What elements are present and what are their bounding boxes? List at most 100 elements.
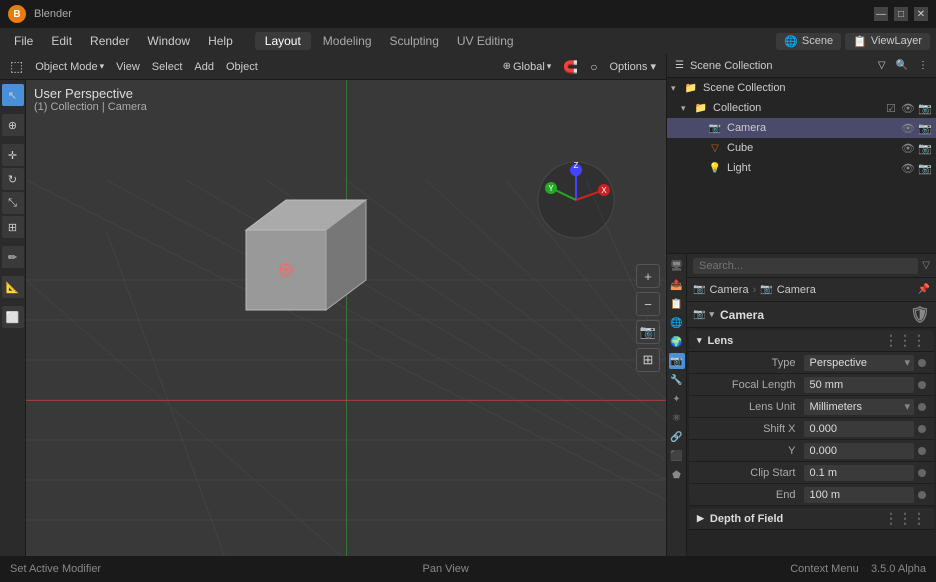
- workspace-layout[interactable]: Layout: [255, 32, 311, 50]
- mode-selector[interactable]: Object Mode ▾: [31, 59, 108, 75]
- outliner-options-icon[interactable]: ⋮: [918, 60, 928, 71]
- menu-help[interactable]: Help: [200, 32, 241, 50]
- outliner-search-icon[interactable]: 🔍: [896, 60, 908, 71]
- proportional-edit[interactable]: ○: [586, 58, 601, 76]
- clip-end-value[interactable]: 100 m: [804, 487, 915, 503]
- workspace-sculpting[interactable]: Sculpting: [384, 32, 445, 50]
- props-header-shield[interactable]: 🛡: [910, 305, 930, 325]
- window-controls[interactable]: — □ ✕: [874, 7, 928, 21]
- scene-selector[interactable]: 🌐 Scene: [776, 33, 841, 50]
- light-eye-icon[interactable]: 👁: [901, 162, 915, 175]
- props-tab-object-data[interactable]: 📷: [669, 353, 685, 369]
- collection-camera[interactable]: 📷: [918, 102, 932, 115]
- view-menu[interactable]: View: [112, 59, 144, 75]
- tree-item-collection[interactable]: ▾ 📁 Collection ☑ 👁 📷: [667, 98, 936, 118]
- maximize-button[interactable]: □: [894, 7, 908, 21]
- props-tab-render[interactable]: 🖥: [669, 258, 685, 274]
- breadcrumb-camera-label[interactable]: Camera: [709, 284, 748, 296]
- clip-start-value[interactable]: 0.1 m: [804, 465, 915, 481]
- props-header-expand[interactable]: ▾: [709, 309, 714, 320]
- breadcrumb-camera-data-label[interactable]: Camera: [777, 284, 816, 296]
- move-tool[interactable]: ✛: [2, 144, 24, 166]
- focal-length-value[interactable]: 50 mm: [804, 377, 915, 393]
- app-logo: B: [8, 5, 26, 23]
- props-tab-particles[interactable]: ✦: [669, 391, 685, 407]
- collection-eye[interactable]: 👁: [901, 102, 915, 115]
- breadcrumb-pin-icon[interactable]: 📌: [918, 284, 930, 295]
- tree-item-camera[interactable]: ▶ 📷 Camera 👁 📷: [667, 118, 936, 138]
- viewport-section: ⬚ Object Mode ▾ View Select Add Object ⊕…: [0, 54, 666, 556]
- lens-section-header[interactable]: ▾ Lens ⋮⋮⋮: [689, 330, 934, 352]
- menu-edit[interactable]: Edit: [43, 32, 80, 50]
- viewport-gizmo[interactable]: Z X Y: [536, 160, 616, 243]
- measure-tool[interactable]: 📐: [2, 276, 24, 298]
- frame-all-button[interactable]: ⊞: [636, 348, 660, 372]
- select-menu[interactable]: Select: [148, 59, 187, 75]
- cube-render-icon[interactable]: 📷: [918, 142, 932, 155]
- camera-label: Camera: [727, 122, 766, 134]
- props-tab-world[interactable]: 🌍: [669, 334, 685, 350]
- light-render-icon[interactable]: 📷: [918, 162, 932, 175]
- camera-render-icon[interactable]: 📷: [918, 122, 932, 135]
- props-tab-view-layer[interactable]: 📋: [669, 296, 685, 312]
- props-filter-icon[interactable]: ▽: [922, 260, 930, 271]
- shift-x-value[interactable]: 0.000: [804, 421, 915, 437]
- cursor-tool[interactable]: ⊕: [2, 114, 24, 136]
- properties-panel: 🖥 📤 📋 🌐 🌍 📷 🔧 ✦ ⚛ 🔗 ⬛ ⬟ ▽: [667, 254, 936, 556]
- dof-section-header[interactable]: ▶ Depth of Field ⋮⋮⋮: [689, 508, 934, 530]
- status-bar: Set Active Modifier Pan View Context Men…: [0, 556, 936, 582]
- lens-type-value[interactable]: Perspective: [804, 355, 915, 371]
- props-tab-physics[interactable]: ⚛: [669, 410, 685, 426]
- zoom-out-button[interactable]: −: [636, 292, 660, 316]
- menu-window[interactable]: Window: [139, 32, 198, 50]
- options-button[interactable]: Options ▾: [606, 58, 661, 75]
- lens-unit-value[interactable]: Millimeters: [804, 399, 915, 415]
- props-main: ▽ 📷 Camera › 📷 Camera 📌 📷 ▾ Camera 🛡: [687, 254, 936, 556]
- props-tab-output[interactable]: 📤: [669, 277, 685, 293]
- props-search-input[interactable]: [693, 258, 918, 274]
- rotate-tool[interactable]: ↻: [2, 168, 24, 190]
- props-tab-material[interactable]: ⬟: [669, 467, 685, 483]
- props-tab-object[interactable]: ⬛: [669, 448, 685, 464]
- cube-eye-icon[interactable]: 👁: [901, 142, 915, 155]
- camera-view-button[interactable]: 📷: [636, 320, 660, 344]
- zoom-in-button[interactable]: +: [636, 264, 660, 288]
- add-object-tool[interactable]: ⬜: [2, 306, 24, 328]
- light-type-icon: 💡: [707, 160, 723, 176]
- close-button[interactable]: ✕: [914, 7, 928, 21]
- menu-render[interactable]: Render: [82, 32, 137, 50]
- scale-tool[interactable]: ⤡: [2, 192, 24, 214]
- clip-end-row: End 100 m: [689, 484, 934, 506]
- props-tab-scene[interactable]: 🌐: [669, 315, 685, 331]
- dof-section-label: Depth of Field: [710, 513, 783, 525]
- shift-y-label: Y: [697, 445, 804, 457]
- collection-checkbox[interactable]: ☑: [884, 102, 898, 115]
- object-menu[interactable]: Object: [222, 59, 262, 75]
- viewport-body: ↖ ⊕ ✛ ↻ ⤡ ⊞ ✏ 📐 ⬜: [0, 80, 666, 556]
- minimize-button[interactable]: —: [874, 7, 888, 21]
- tree-item-cube[interactable]: ▶ ▽ Cube 👁 📷: [667, 138, 936, 158]
- workspace-uv-editing[interactable]: UV Editing: [451, 32, 520, 50]
- annotate-tool[interactable]: ✏: [2, 246, 24, 268]
- select-tool[interactable]: ↖: [2, 84, 24, 106]
- props-tab-modifier[interactable]: 🔧: [669, 372, 685, 388]
- viewlayer-selector[interactable]: 📋 ViewLayer: [845, 33, 930, 50]
- menu-file[interactable]: File: [6, 32, 41, 50]
- shift-y-value[interactable]: 0.000: [804, 443, 915, 459]
- cube-type-icon: ▽: [707, 140, 723, 156]
- focal-length-text: 50 mm: [810, 379, 844, 391]
- tree-item-scene-collection[interactable]: ▾ 📁 Scene Collection: [667, 78, 936, 98]
- snap-button[interactable]: 🧲: [559, 58, 582, 76]
- transform-tool[interactable]: ⊞: [2, 216, 24, 238]
- props-tab-constraints[interactable]: 🔗: [669, 429, 685, 445]
- tree-item-light[interactable]: ▶ 💡 Light 👁 📷: [667, 158, 936, 178]
- camera-eye-icon[interactable]: 👁: [901, 122, 915, 135]
- viewport-right-toolbar: + − 📷 ⊞: [636, 264, 660, 372]
- add-menu[interactable]: Add: [190, 59, 218, 75]
- outliner-filter-icon[interactable]: ▽: [878, 60, 886, 71]
- shift-x-row: Shift X 0.000: [689, 418, 934, 440]
- transform-orientations[interactable]: ⊕ Global ▾: [499, 59, 556, 75]
- viewport-3d[interactable]: User Perspective (1) Collection | Camera…: [26, 80, 666, 556]
- right-panel: ☰ Scene Collection ▽ 🔍 ⋮ ▾ 📁 Scene Colle…: [666, 54, 936, 556]
- workspace-modeling[interactable]: Modeling: [317, 32, 378, 50]
